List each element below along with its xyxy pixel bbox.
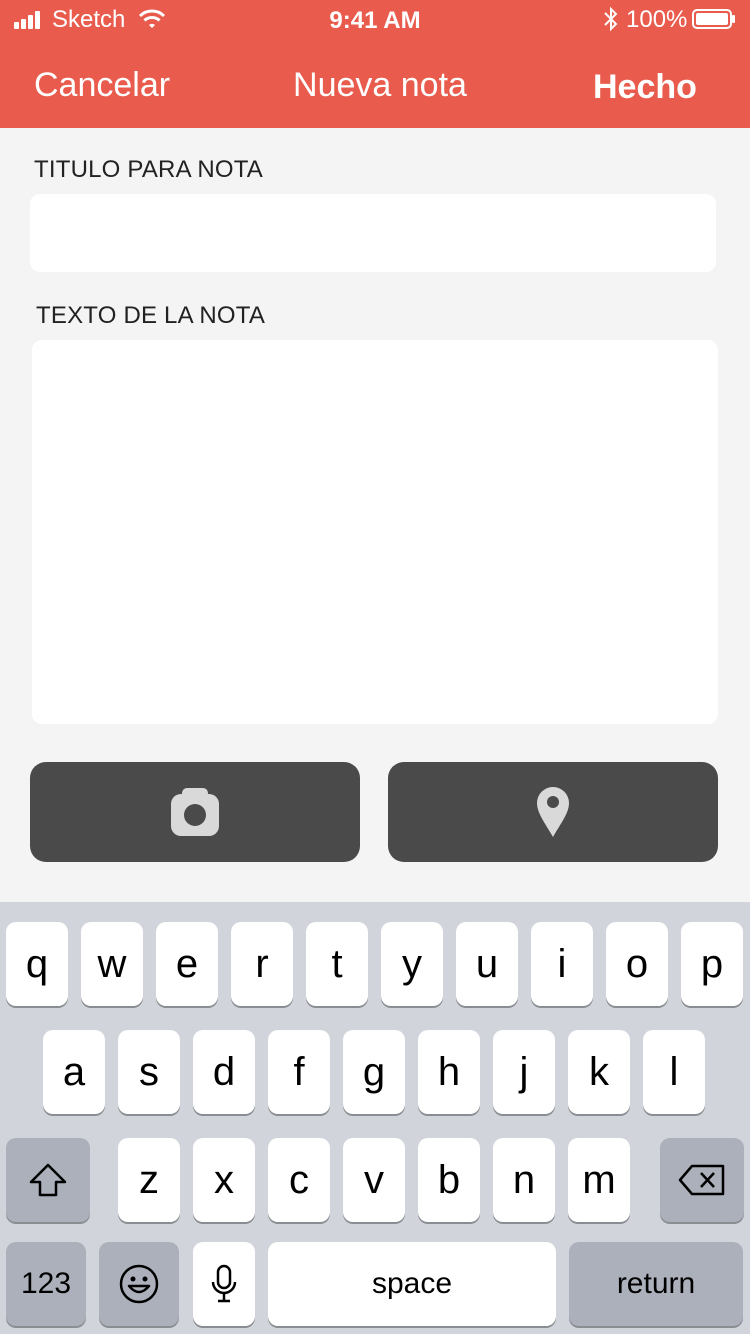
text-label: TEXTO DE LA NOTA [36,302,266,329]
key-o[interactable]: o [606,922,668,1006]
top-bar: Sketch 9:41 AM 100% Cancelar Nueva nota … [0,0,750,128]
emoji-key[interactable] [99,1242,179,1326]
key-m[interactable]: m [568,1138,630,1222]
numbers-key[interactable]: 123 [6,1242,86,1326]
key-x[interactable]: x [193,1138,255,1222]
key-g[interactable]: g [343,1030,405,1114]
shift-icon [29,1163,67,1197]
battery-percent: 100% [626,6,688,33]
key-f[interactable]: f [268,1030,330,1114]
key-v[interactable]: v [343,1138,405,1222]
camera-icon [171,788,219,836]
microphone-icon [211,1264,237,1303]
navigation-bar: Cancelar Nueva nota Hecho [0,40,750,128]
key-i[interactable]: i [531,922,593,1006]
key-a[interactable]: a [43,1030,105,1114]
return-key[interactable]: return [569,1242,743,1326]
key-h[interactable]: h [418,1030,480,1114]
backspace-icon [678,1164,725,1196]
key-s[interactable]: s [118,1030,180,1114]
title-label: TITULO PARA NOTA [34,156,264,183]
key-d[interactable]: d [193,1030,255,1114]
key-r[interactable]: r [231,922,293,1006]
note-title-input[interactable] [30,194,716,272]
key-z[interactable]: z [118,1138,180,1222]
keyboard: q w e r t y u i o p a s d f g h j k l z … [0,902,750,1334]
done-button[interactable]: Hecho [593,68,697,107]
status-bar: Sketch 9:41 AM 100% [0,0,750,40]
key-y[interactable]: y [381,922,443,1006]
emoji-icon [119,1264,159,1304]
delete-key[interactable] [660,1138,744,1222]
microphone-key[interactable] [193,1242,255,1326]
key-k[interactable]: k [568,1030,630,1114]
space-key[interactable]: space [268,1242,556,1326]
location-pin-icon [537,787,569,837]
key-p[interactable]: p [681,922,743,1006]
bluetooth-icon [604,6,618,32]
key-n[interactable]: n [493,1138,555,1222]
key-w[interactable]: w [81,922,143,1006]
shift-key[interactable] [6,1138,90,1222]
key-b[interactable]: b [418,1138,480,1222]
battery-icon [692,9,735,29]
key-j[interactable]: j [493,1030,555,1114]
note-text-input[interactable] [32,340,718,724]
key-u[interactable]: u [456,922,518,1006]
camera-button[interactable] [30,762,360,862]
location-button[interactable] [388,762,718,862]
key-e[interactable]: e [156,922,218,1006]
key-l[interactable]: l [643,1030,705,1114]
key-t[interactable]: t [306,922,368,1006]
key-q[interactable]: q [6,922,68,1006]
key-c[interactable]: c [268,1138,330,1222]
